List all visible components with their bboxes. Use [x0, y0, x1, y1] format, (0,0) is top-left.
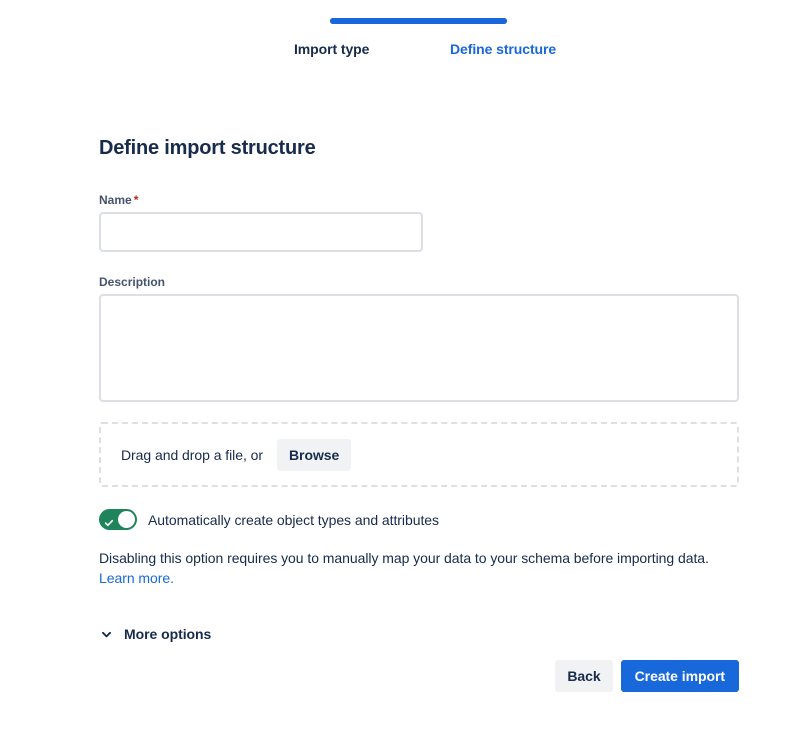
name-label: Name *	[99, 192, 739, 208]
description-textarea[interactable]	[99, 294, 739, 402]
name-label-text: Name	[99, 193, 132, 207]
more-options-toggle[interactable]: More options	[99, 626, 211, 642]
check-icon	[104, 515, 114, 526]
step-define-structure[interactable]: Define structure	[450, 41, 556, 57]
name-field-group: Name *	[99, 192, 739, 252]
description-field-group: Description	[99, 274, 739, 402]
dropzone-label: Drag and drop a file, or	[121, 446, 263, 463]
helper-text-body: Disabling this option requires you to ma…	[99, 550, 709, 566]
learn-more-link[interactable]: Learn more.	[99, 570, 174, 586]
auto-create-toggle-label: Automatically create object types and at…	[148, 511, 439, 528]
step-import-type[interactable]: Import type	[294, 41, 369, 57]
toggle-knob	[118, 511, 135, 528]
back-button[interactable]: Back	[555, 660, 613, 692]
create-import-button[interactable]: Create import	[620, 660, 739, 692]
auto-create-toggle-row: Automatically create object types and at…	[99, 509, 739, 530]
file-dropzone[interactable]: Drag and drop a file, or Browse	[99, 422, 739, 487]
helper-text: Disabling this option requires you to ma…	[99, 548, 714, 588]
progress-bar-fill	[330, 18, 507, 24]
stepper-labels: Import type Define structure	[240, 41, 640, 63]
browse-button[interactable]: Browse	[277, 438, 352, 471]
form-footer: Back Create import	[99, 660, 739, 692]
more-options-label: More options	[124, 626, 212, 642]
form-container: Define import structure Name * Descriptio…	[99, 136, 739, 646]
description-label: Description	[99, 275, 166, 289]
required-asterisk: *	[133, 193, 139, 207]
auto-create-toggle[interactable]	[99, 509, 137, 530]
import-wizard-page: Import type Define structure Define impo…	[0, 0, 794, 731]
name-input[interactable]	[99, 212, 423, 252]
progress-bar	[330, 18, 507, 24]
page-title: Define import structure	[99, 137, 316, 159]
chevron-down-icon	[99, 627, 113, 641]
